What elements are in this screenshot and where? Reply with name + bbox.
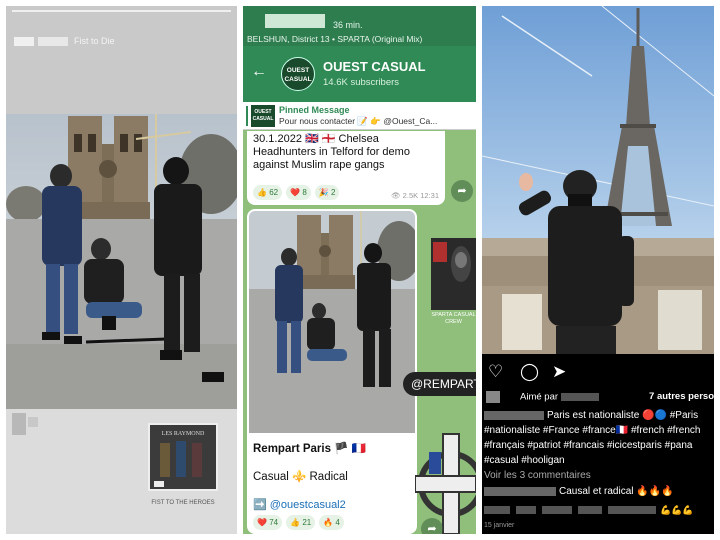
story-panel: Fist to Die LES RAYMOND FIST TO THE HERO… — [6, 6, 237, 534]
story-progress-bar — [12, 10, 231, 12]
pinned-thumbnail: OUEST CASUAL — [251, 105, 275, 127]
comment-row-blurred: 💪💪💪 — [484, 504, 712, 516]
message-photo[interactable] — [249, 211, 415, 433]
comment-text: Causal et radical 🔥🔥🔥 — [559, 486, 674, 497]
reaction-fire[interactable]: 🔥 4 — [319, 515, 344, 530]
reaction-thumbs-up[interactable]: 👍 21 — [286, 515, 316, 530]
post-date: 15 janvier — [484, 522, 515, 529]
side-sticker-caption: SPARTA CASUAL CREW — [431, 312, 476, 325]
celtic-cross-graphic — [414, 424, 476, 534]
status-bar: 36 min. BELSHUN, District 13 • SPARTA (O… — [243, 6, 476, 46]
pinned-message-bar[interactable]: OUEST CASUAL Pinned Message Pour nous co… — [243, 102, 476, 130]
pinned-text: Pour nous contacter 📝 👉 @Ouest_Ca... — [279, 116, 438, 126]
comment-row: Causal et radical 🔥🔥🔥 — [484, 486, 674, 497]
likes-line[interactable]: Aimé par 7 autres perso — [486, 391, 714, 403]
likes-others: 7 autres perso — [649, 391, 714, 402]
message-text: 30.1.2022 🇬🇧 🏴󠁧󠁢󠁥󠁮󠁧󠁿 Chelsea Headhunters… — [253, 133, 410, 171]
blurred-pixel-block — [265, 14, 325, 28]
caption-subtitle: Casual ⚜️ Radical — [253, 471, 348, 483]
reaction-row: 👍 62 ❤️ 8 🎉 2 — [253, 185, 340, 200]
instagram-panel: ♡ ◯ ➤ Aimé par 7 autres perso Paris est n… — [482, 6, 714, 534]
side-sticker-image — [431, 238, 476, 310]
status-time: 36 min. — [333, 20, 363, 30]
message-bubble-photo[interactable]: Rempart Paris 🏴 🇫🇷 Casual ⚜️ Radical ➡️ … — [247, 209, 417, 534]
blurred-pixel-block — [28, 417, 38, 427]
story-music-label: Fist to Die — [74, 36, 115, 46]
message-meta: 👁 2.5K 12:31 — [391, 191, 439, 200]
blurred-pixel-block — [12, 413, 26, 435]
story-photo — [6, 114, 237, 409]
now-playing-track: BELSHUN, District 13 • SPARTA (Original … — [247, 34, 423, 44]
handle-tag: @REMPART — [403, 372, 476, 396]
post-caption: Paris est nationaliste 🔴🔵 #Paris #nation… — [484, 408, 714, 468]
post-actions: ♡ ◯ ➤ — [482, 358, 714, 386]
caption-title: Rempart Paris 🏴 🇫🇷 — [253, 443, 367, 455]
channel-header: ← OUEST CASUAL OUEST CASUAL 14.6K subscr… — [243, 46, 476, 102]
blurred-username — [484, 410, 544, 420]
reaction-thumbs-up[interactable]: 👍 62 — [253, 185, 283, 200]
comment-icon[interactable]: ◯ — [520, 362, 540, 382]
svg-text:LES RAYMOND: LES RAYMOND — [162, 431, 205, 437]
album-cover-thumbnail[interactable]: LES RAYMOND — [148, 423, 218, 491]
forward-icon[interactable]: ➦ — [421, 518, 443, 534]
pinned-accent-bar — [246, 106, 248, 126]
blurred-username — [561, 393, 600, 401]
subscriber-count: 14.6K subscribers — [323, 77, 400, 88]
share-icon[interactable]: ➤ — [552, 362, 572, 382]
album-caption: FIST TO THE HEROES — [151, 500, 215, 506]
story-header: Fist to Die — [14, 36, 115, 47]
telegram-panel: 36 min. BELSHUN, District 13 • SPARTA (O… — [243, 6, 476, 534]
caption-link[interactable]: ➡️ @ouestcasual2 — [253, 498, 346, 511]
channel-avatar[interactable]: OUEST CASUAL — [281, 57, 315, 91]
blurred-avatar — [14, 37, 34, 47]
view-comments-link[interactable]: Voir les 3 commentaires — [484, 470, 591, 481]
blurred-avatar — [486, 391, 500, 403]
story-lower-area: LES RAYMOND FIST TO THE HEROES — [6, 409, 237, 534]
pinned-title: Pinned Message — [279, 105, 350, 115]
post-photo[interactable] — [482, 6, 714, 354]
reaction-heart[interactable]: ❤️ 74 — [253, 515, 283, 530]
reaction-heart[interactable]: ❤️ 8 — [286, 185, 311, 200]
back-arrow-icon[interactable]: ← — [251, 64, 267, 80]
heart-icon[interactable]: ♡ — [488, 362, 508, 382]
reaction-row: ❤️ 74 👍 21 🔥 4 — [253, 515, 344, 530]
blurred-username — [484, 486, 556, 496]
message-bubble[interactable]: 30.1.2022 🇬🇧 🏴󠁧󠁢󠁥󠁮󠁧󠁿 Chelsea Headhunters… — [247, 131, 445, 205]
blurred-username — [38, 37, 68, 47]
channel-name[interactable]: OUEST CASUAL — [323, 59, 426, 74]
collage: Fist to Die LES RAYMOND FIST TO THE HERO… — [0, 0, 720, 540]
reaction-party[interactable]: 🎉 2 — [314, 185, 340, 200]
forward-icon[interactable]: ➦ — [451, 180, 473, 202]
